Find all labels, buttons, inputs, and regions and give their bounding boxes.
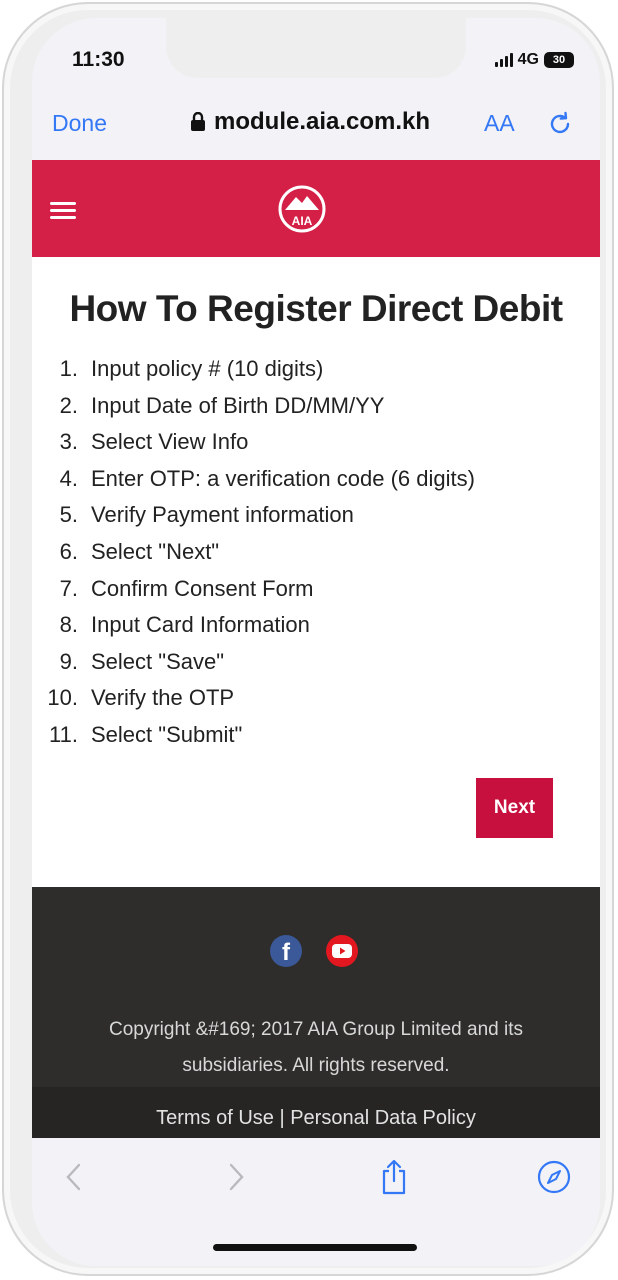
step-number: 1.: [59, 356, 78, 381]
terms-links[interactable]: Terms of Use | Personal Data Policy: [32, 1107, 600, 1130]
step-item: 9. Select "Save": [32, 648, 600, 685]
forward-icon[interactable]: [226, 1162, 246, 1192]
next-button[interactable]: Next: [476, 778, 553, 838]
signal-icon: [494, 53, 513, 67]
facebook-icon[interactable]: f: [270, 935, 302, 967]
step-text: Enter OTP: a verification code (6 digits…: [91, 465, 475, 491]
site-footer: f Copyright &#169; 2017 AIA Group Limite…: [32, 887, 600, 1138]
step-number: 2.: [59, 392, 78, 418]
battery-icon: 30: [544, 52, 574, 68]
step-number: 5.: [59, 502, 78, 528]
step-number: 8.: [59, 612, 78, 638]
reload-icon[interactable]: [546, 110, 574, 138]
site-header: AIA: [32, 160, 600, 257]
step-text: Confirm Consent Form: [91, 575, 314, 601]
step-text: Input Date of Birth DD/MM/YY: [91, 392, 385, 418]
address-field[interactable]: module.aia.com.kh: [190, 108, 430, 136]
status-indicators: 4G 30: [494, 51, 574, 69]
text-size-button[interactable]: AA: [484, 110, 515, 137]
status-time: 11:30: [72, 48, 125, 71]
step-item: 3. Select View Info: [32, 428, 600, 465]
step-number: 10.: [47, 685, 78, 711]
home-indicator: [213, 1244, 417, 1251]
step-number: 11.: [49, 721, 78, 747]
youtube-icon[interactable]: [326, 935, 358, 967]
step-number: 7.: [59, 575, 78, 601]
web-content: AIA How To Register Direct Debit 1. Input…: [32, 160, 600, 1138]
share-icon[interactable]: [378, 1158, 410, 1196]
phone-frame: 11:30 4G 30 Done module.aia.com.kh AA AI…: [2, 2, 614, 1276]
social-links: f: [270, 935, 358, 967]
step-number: 6.: [59, 538, 78, 564]
step-item: 4. Enter OTP: a verification code (6 digi…: [32, 465, 600, 502]
hamburger-menu-icon[interactable]: [50, 202, 76, 223]
step-text: Verify the OTP: [91, 685, 235, 711]
phone-screen: 11:30 4G 30 Done module.aia.com.kh AA AI…: [32, 18, 600, 1266]
step-item: 7. Confirm Consent Form: [32, 575, 600, 612]
step-text: Select "Next": [91, 538, 220, 564]
step-text: Input policy # (10 digits): [91, 356, 324, 381]
step-text: Input Card Information: [91, 612, 310, 638]
svg-text:AIA: AIA: [292, 214, 313, 228]
url-text: module.aia.com.kh: [214, 108, 431, 135]
back-icon[interactable]: [64, 1162, 84, 1192]
step-item: 11. Select "Submit": [32, 721, 600, 758]
step-item: 5. Verify Payment information: [32, 501, 600, 538]
step-number: 3.: [59, 429, 78, 455]
compass-icon[interactable]: [537, 1160, 571, 1194]
step-item: 8. Input Card Information: [32, 611, 600, 648]
step-number: 9.: [59, 648, 78, 674]
terms-bar: Terms of Use | Personal Data Policy: [32, 1087, 600, 1138]
step-text: Select View Info: [91, 429, 249, 455]
browser-url-bar: Done module.aia.com.kh AA: [32, 80, 600, 160]
done-button[interactable]: Done: [52, 110, 107, 137]
copyright-line-2: subsidiaries. All rights reserved.: [182, 1055, 450, 1076]
step-item: 10. Verify the OTP: [32, 684, 600, 721]
copyright-text: Copyright &#169; 2017 AIA Group Limited …: [32, 1012, 600, 1084]
step-item: 1. Input policy # (10 digits): [32, 355, 600, 392]
steps-list: 1. Input policy # (10 digits) 2. Input Date…: [32, 355, 600, 758]
copyright-line-1: Copyright &#169; 2017 AIA Group Limited …: [108, 1019, 524, 1040]
notch: [166, 18, 466, 78]
step-text: Verify Payment information: [91, 502, 354, 528]
aia-logo[interactable]: AIA: [276, 184, 328, 234]
page-title: How To Register Direct Debit: [69, 288, 563, 329]
lock-icon: [191, 112, 205, 131]
step-text: Select "Save": [91, 648, 225, 674]
step-text: Select "Submit": [91, 721, 243, 747]
network-type: 4G: [517, 51, 539, 68]
step-item: 2. Input Date of Birth DD/MM/YY: [32, 392, 600, 429]
step-number: 4.: [59, 465, 78, 491]
step-item: 6. Select "Next": [32, 538, 600, 575]
